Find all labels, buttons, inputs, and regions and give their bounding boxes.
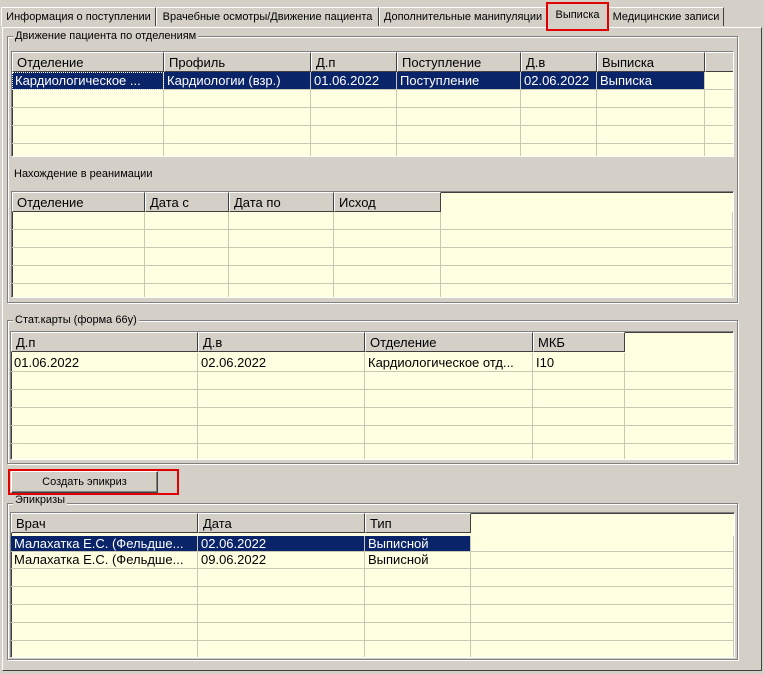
table-row-empty[interactable] bbox=[11, 426, 733, 444]
table-row[interactable]: Кардиологическое ... Кардиологии (взр.) … bbox=[12, 72, 733, 90]
column-header-department[interactable]: Отделение bbox=[12, 192, 145, 212]
reanimation-grid[interactable]: Отделение Дата с Дата по Исход bbox=[11, 191, 734, 298]
cell-department: Кардиологическое отд... bbox=[365, 353, 533, 372]
table-row-empty[interactable] bbox=[11, 569, 734, 587]
column-header-discharge-date[interactable]: Д.в bbox=[198, 332, 365, 352]
table-row-empty[interactable] bbox=[11, 605, 734, 623]
column-header-admission-date[interactable]: Д.п bbox=[11, 332, 198, 352]
cell-profile: Кардиологии (взр.) bbox=[164, 72, 311, 90]
column-header-department[interactable]: Отделение bbox=[365, 332, 533, 352]
statcards-grid-header: Д.п Д.в Отделение МКБ bbox=[11, 332, 625, 352]
cell-department: Кардиологическое ... bbox=[12, 72, 164, 90]
table-row-empty[interactable] bbox=[11, 390, 733, 408]
table-row-empty[interactable] bbox=[11, 372, 733, 390]
column-header-discharge-date[interactable]: Д.в bbox=[521, 52, 597, 72]
tab-discharge[interactable]: Выписка bbox=[547, 3, 608, 28]
table-row-empty[interactable] bbox=[11, 408, 733, 426]
cell-date: 02.06.2022 bbox=[198, 536, 365, 552]
cell-discharge: Выписка bbox=[597, 72, 705, 90]
column-header-date[interactable]: Дата bbox=[198, 513, 365, 533]
tab-exams-movement[interactable]: Врачебные осмотры/Движение пациента bbox=[156, 7, 379, 26]
table-row-empty[interactable] bbox=[11, 641, 734, 657]
table-row-empty[interactable] bbox=[12, 126, 733, 144]
tab-admission-info[interactable]: Информация о поступлении bbox=[1, 7, 156, 26]
column-header-admission[interactable]: Поступление bbox=[397, 52, 521, 72]
column-header-type[interactable]: Тип bbox=[365, 513, 471, 533]
table-row[interactable]: Малахатка Е.С. (Фельдше... 09.06.2022 Вы… bbox=[11, 552, 734, 569]
column-header-date-from[interactable]: Дата с bbox=[145, 192, 229, 212]
epicrises-grid[interactable]: Врач Дата Тип Малахатка Е.С. (Фельдше...… bbox=[10, 512, 735, 658]
column-header-doctor[interactable]: Врач bbox=[11, 513, 198, 533]
tab-medical-records[interactable]: Медицинские записи bbox=[608, 7, 724, 26]
table-row-empty[interactable] bbox=[12, 230, 733, 248]
movement-group-title: Движение пациента по отделениям bbox=[13, 30, 199, 42]
table-row[interactable]: Малахатка Е.С. (Фельдше... 02.06.2022 Вы… bbox=[11, 536, 734, 552]
column-header-icd[interactable]: МКБ bbox=[533, 332, 625, 352]
statcards-group-title: Стат.карты (форма 66у) bbox=[13, 314, 139, 326]
cell-discharge-date: 02.06.2022 bbox=[521, 72, 597, 90]
table-row-empty[interactable] bbox=[12, 248, 733, 266]
cell-admission-date: 01.06.2022 bbox=[11, 353, 198, 372]
column-header-discharge[interactable]: Выписка bbox=[597, 52, 705, 72]
table-row[interactable]: 01.06.2022 02.06.2022 Кардиологическое о… bbox=[11, 353, 733, 372]
epicrises-group-title: Эпикризы bbox=[13, 494, 68, 506]
movement-grid-header: Отделение Профиль Д.п Поступление Д.в Вы… bbox=[12, 52, 733, 72]
table-row-empty[interactable] bbox=[12, 144, 733, 156]
cell-doctor: Малахатка Е.С. (Фельдше... bbox=[11, 536, 198, 552]
statcards-grid[interactable]: Д.п Д.в Отделение МКБ 01.06.2022 02.06.2… bbox=[10, 331, 734, 460]
cell-date: 09.06.2022 bbox=[198, 552, 365, 569]
column-header-filler bbox=[705, 52, 733, 72]
column-header-admission-date[interactable]: Д.п bbox=[311, 52, 397, 72]
table-row-empty[interactable] bbox=[12, 212, 733, 230]
table-row-empty[interactable] bbox=[11, 587, 734, 605]
cell-type: Выписной bbox=[365, 536, 471, 552]
column-header-date-to[interactable]: Дата по bbox=[229, 192, 334, 212]
table-row-empty[interactable] bbox=[12, 266, 733, 284]
table-row-empty[interactable] bbox=[11, 444, 733, 459]
cell-icd: I10 bbox=[533, 353, 625, 372]
table-row-empty[interactable] bbox=[12, 284, 733, 297]
cell-type: Выписной bbox=[365, 552, 471, 569]
cell-doctor: Малахатка Е.С. (Фельдше... bbox=[11, 552, 198, 569]
movement-grid[interactable]: Отделение Профиль Д.п Поступление Д.в Вы… bbox=[11, 51, 734, 157]
cell-discharge-date: 02.06.2022 bbox=[198, 353, 365, 372]
column-header-profile[interactable]: Профиль bbox=[164, 52, 311, 72]
reanimation-grid-header: Отделение Дата с Дата по Исход bbox=[12, 192, 441, 212]
create-epicrisis-button[interactable]: Создать эпикриз bbox=[11, 471, 158, 493]
epicrises-grid-header: Врач Дата Тип bbox=[11, 513, 471, 533]
reanimation-title: Нахождение в реанимации bbox=[14, 168, 153, 180]
tab-bar: Информация о поступлении Врачебные осмот… bbox=[0, 0, 764, 29]
table-row-empty[interactable] bbox=[12, 90, 733, 108]
column-header-outcome[interactable]: Исход bbox=[334, 192, 441, 212]
cell-admission-date: 01.06.2022 bbox=[311, 72, 397, 90]
table-row-empty[interactable] bbox=[11, 623, 734, 641]
cell-admission: Поступление bbox=[397, 72, 521, 90]
column-header-department[interactable]: Отделение bbox=[12, 52, 164, 72]
table-row-empty[interactable] bbox=[12, 108, 733, 126]
tab-additional-manipulations[interactable]: Дополнительные манипуляции bbox=[379, 7, 547, 26]
